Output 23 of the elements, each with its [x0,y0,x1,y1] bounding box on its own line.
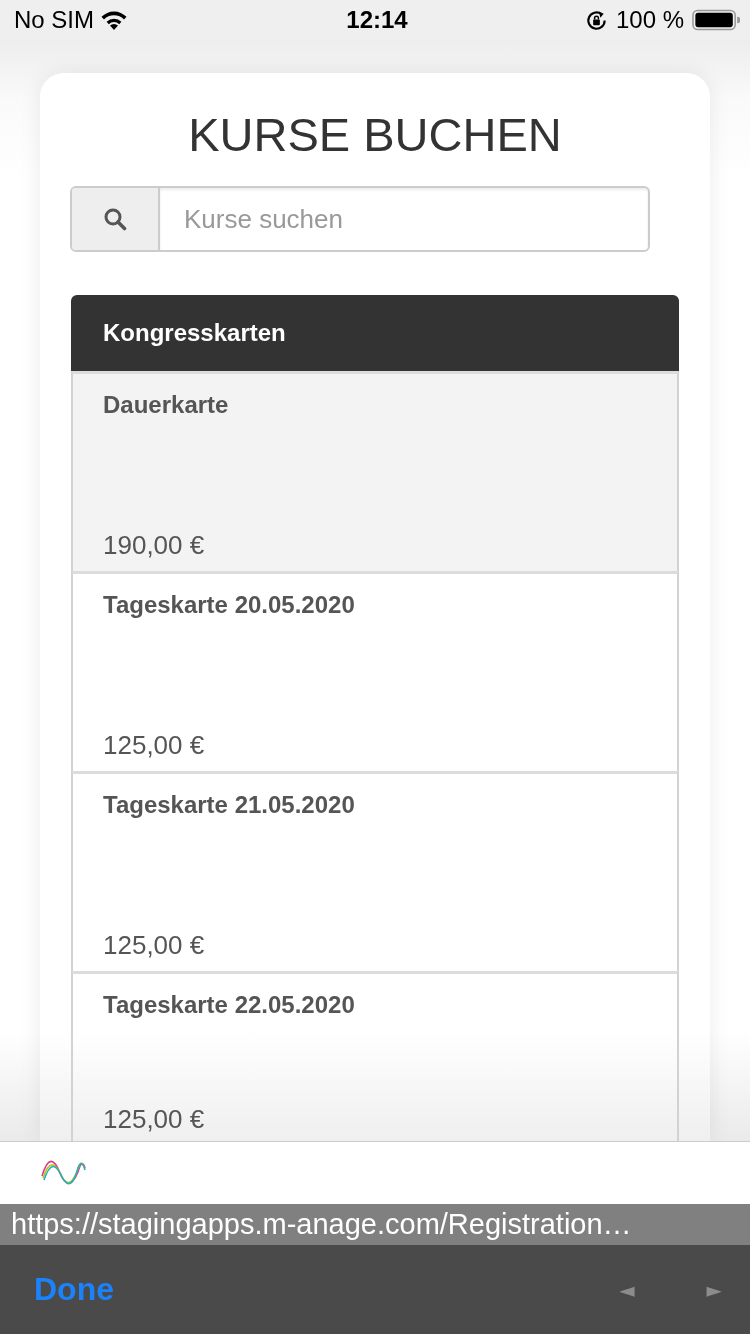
course-title: Dauerkarte [103,390,229,420]
course-price: 125,00 € [103,929,205,961]
course-title: Tageskarte 20.05.2020 [103,590,355,620]
course-price: 190,00 € [103,529,205,561]
category-title: Kongresskarten [103,319,286,347]
course-price: 125,00 € [103,729,205,761]
clock-time: 12:14 [346,6,408,34]
course-title: Tageskarte 22.05.2020 [103,990,355,1020]
wave-logo-icon [40,1160,86,1186]
carrier-label: No SIM [14,6,94,34]
rotation-lock-icon [584,8,608,32]
page-url: https://stagingapps.m-anage.com/Registration… [11,1208,632,1241]
course-item[interactable]: Tageskarte 20.05.2020 125,00 € [71,571,679,771]
wifi-icon [100,10,128,30]
search-icon [103,207,127,231]
battery-percentage: 100 % [615,6,684,34]
course-title: Tageskarte 21.05.2020 [103,790,355,820]
search-field[interactable]: Kurse suchen [70,186,650,252]
page-title: KURSE BUCHEN [187,107,563,162]
course-item[interactable]: Tageskarte 21.05.2020 125,00 € [71,771,679,971]
course-price: 125,00 € [103,1103,205,1135]
course-item[interactable]: Dauerkarte 190,00 € [71,371,679,571]
battery-icon [692,9,740,31]
